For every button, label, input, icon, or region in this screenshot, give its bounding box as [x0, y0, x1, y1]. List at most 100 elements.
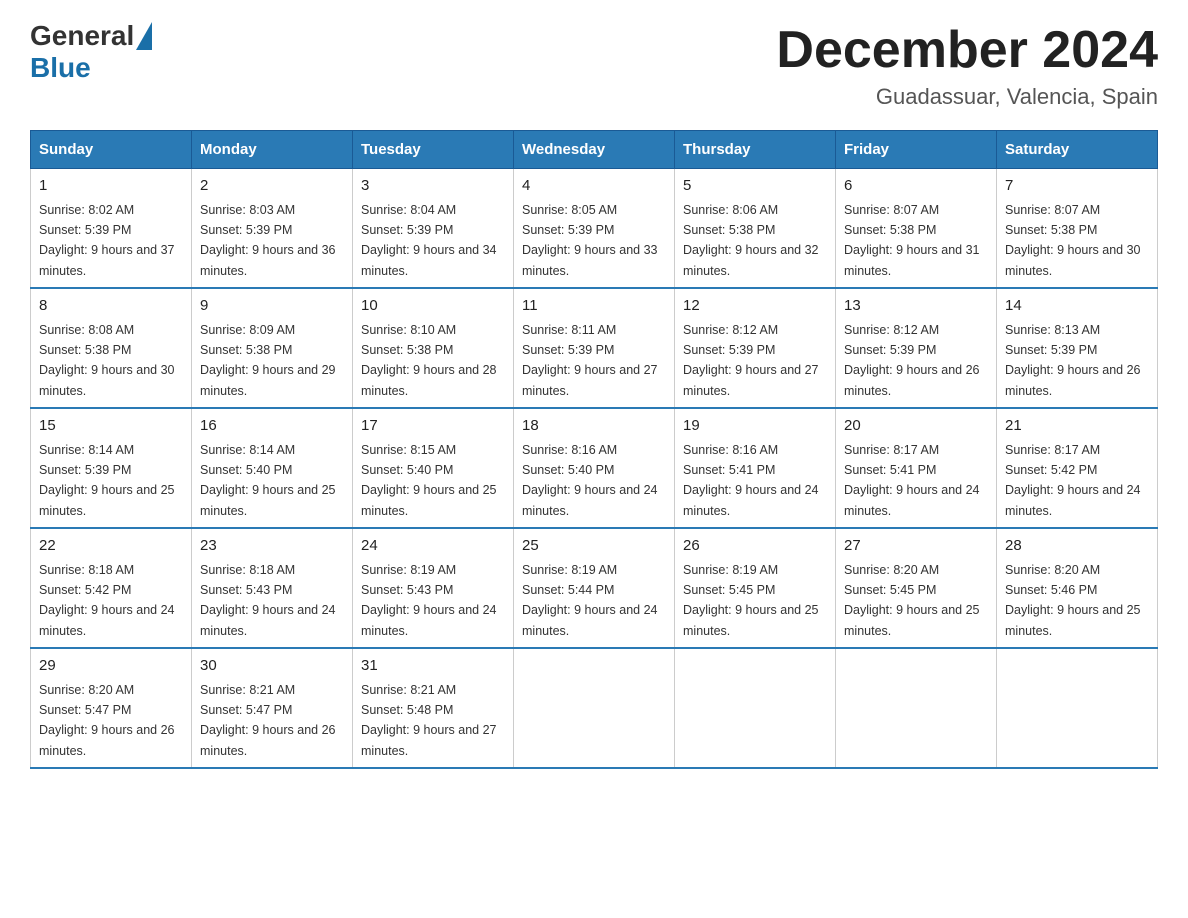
calendar-day-15: 15 Sunrise: 8:14 AMSunset: 5:39 PMDayligh…	[31, 408, 192, 528]
day-info: Sunrise: 8:04 AMSunset: 5:39 PMDaylight:…	[361, 203, 497, 278]
day-number: 29	[39, 655, 183, 678]
day-number: 17	[361, 415, 505, 438]
logo: General Blue	[30, 20, 152, 84]
calendar-week-1: 1Sunrise: 8:02 AMSunset: 5:39 PMDaylight…	[31, 169, 1158, 289]
day-number: 7	[1005, 175, 1149, 198]
day-info: Sunrise: 8:20 AMSunset: 5:47 PMDaylight:…	[39, 683, 175, 758]
day-info: Sunrise: 8:16 AMSunset: 5:40 PMDaylight:…	[522, 443, 658, 518]
calendar-day-16: 16 Sunrise: 8:14 AMSunset: 5:40 PMDayligh…	[192, 408, 353, 528]
day-info: Sunrise: 8:12 AMSunset: 5:39 PMDaylight:…	[683, 323, 819, 398]
empty-cell	[997, 648, 1158, 768]
day-info: Sunrise: 8:18 AMSunset: 5:42 PMDaylight:…	[39, 563, 175, 638]
day-number: 27	[844, 535, 988, 558]
calendar-day-10: 10 Sunrise: 8:10 AMSunset: 5:38 PMDayligh…	[353, 288, 514, 408]
calendar-day-4: 4 Sunrise: 8:05 AMSunset: 5:39 PMDaylight…	[514, 169, 675, 289]
day-info: Sunrise: 8:18 AMSunset: 5:43 PMDaylight:…	[200, 563, 336, 638]
day-number: 11	[522, 295, 666, 318]
day-info: Sunrise: 8:08 AMSunset: 5:38 PMDaylight:…	[39, 323, 175, 398]
day-number: 3	[361, 175, 505, 198]
calendar-day-21: 21 Sunrise: 8:17 AMSunset: 5:42 PMDayligh…	[997, 408, 1158, 528]
calendar-day-13: 13 Sunrise: 8:12 AMSunset: 5:39 PMDayligh…	[836, 288, 997, 408]
day-number: 6	[844, 175, 988, 198]
calendar-day-9: 9 Sunrise: 8:09 AMSunset: 5:38 PMDaylight…	[192, 288, 353, 408]
day-info: Sunrise: 8:19 AMSunset: 5:43 PMDaylight:…	[361, 563, 497, 638]
day-number: 19	[683, 415, 827, 438]
calendar-day-2: 2 Sunrise: 8:03 AMSunset: 5:39 PMDaylight…	[192, 169, 353, 289]
day-number: 22	[39, 535, 183, 558]
day-info: Sunrise: 8:05 AMSunset: 5:39 PMDaylight:…	[522, 203, 658, 278]
title-section: December 2024 Guadassuar, Valencia, Spai…	[776, 20, 1158, 110]
day-info: Sunrise: 8:09 AMSunset: 5:38 PMDaylight:…	[200, 323, 336, 398]
day-info: Sunrise: 8:19 AMSunset: 5:45 PMDaylight:…	[683, 563, 819, 638]
calendar-day-14: 14 Sunrise: 8:13 AMSunset: 5:39 PMDayligh…	[997, 288, 1158, 408]
calendar-day-25: 25Sunrise: 8:19 AMSunset: 5:44 PMDayligh…	[514, 528, 675, 648]
day-number: 16	[200, 415, 344, 438]
day-number: 21	[1005, 415, 1149, 438]
empty-cell	[514, 648, 675, 768]
header-cell-monday: Monday	[192, 131, 353, 169]
day-number: 12	[683, 295, 827, 318]
day-info: Sunrise: 8:16 AMSunset: 5:41 PMDaylight:…	[683, 443, 819, 518]
day-number: 14	[1005, 295, 1149, 318]
calendar-day-19: 19 Sunrise: 8:16 AMSunset: 5:41 PMDayligh…	[675, 408, 836, 528]
calendar-day-8: 8 Sunrise: 8:08 AMSunset: 5:38 PMDaylight…	[31, 288, 192, 408]
calendar-day-26: 26 Sunrise: 8:19 AMSunset: 5:45 PMDayligh…	[675, 528, 836, 648]
day-info: Sunrise: 8:06 AMSunset: 5:38 PMDaylight:…	[683, 203, 819, 278]
calendar-location: Guadassuar, Valencia, Spain	[776, 84, 1158, 110]
day-number: 20	[844, 415, 988, 438]
header-cell-thursday: Thursday	[675, 131, 836, 169]
calendar-day-22: 22 Sunrise: 8:18 AMSunset: 5:42 PMDayligh…	[31, 528, 192, 648]
day-info: Sunrise: 8:21 AMSunset: 5:47 PMDaylight:…	[200, 683, 336, 758]
calendar-table: SundayMondayTuesdayWednesdayThursdayFrid…	[30, 130, 1158, 769]
calendar-day-11: 11 Sunrise: 8:11 AMSunset: 5:39 PMDayligh…	[514, 288, 675, 408]
day-number: 2	[200, 175, 344, 198]
calendar-day-3: 3 Sunrise: 8:04 AMSunset: 5:39 PMDaylight…	[353, 169, 514, 289]
calendar-day-7: 7Sunrise: 8:07 AMSunset: 5:38 PMDaylight…	[997, 169, 1158, 289]
day-number: 4	[522, 175, 666, 198]
day-number: 31	[361, 655, 505, 678]
logo-triangle-icon	[136, 22, 152, 50]
header-cell-sunday: Sunday	[31, 131, 192, 169]
day-info: Sunrise: 8:03 AMSunset: 5:39 PMDaylight:…	[200, 203, 336, 278]
calendar-week-4: 22 Sunrise: 8:18 AMSunset: 5:42 PMDayligh…	[31, 528, 1158, 648]
calendar-day-1: 1Sunrise: 8:02 AMSunset: 5:39 PMDaylight…	[31, 169, 192, 289]
header-cell-tuesday: Tuesday	[353, 131, 514, 169]
calendar-day-17: 17Sunrise: 8:15 AMSunset: 5:40 PMDayligh…	[353, 408, 514, 528]
empty-cell	[675, 648, 836, 768]
day-number: 10	[361, 295, 505, 318]
calendar-day-27: 27 Sunrise: 8:20 AMSunset: 5:45 PMDayligh…	[836, 528, 997, 648]
day-number: 5	[683, 175, 827, 198]
day-info: Sunrise: 8:14 AMSunset: 5:40 PMDaylight:…	[200, 443, 336, 518]
day-number: 23	[200, 535, 344, 558]
day-number: 13	[844, 295, 988, 318]
day-info: Sunrise: 8:13 AMSunset: 5:39 PMDaylight:…	[1005, 323, 1141, 398]
calendar-day-6: 6Sunrise: 8:07 AMSunset: 5:38 PMDaylight…	[836, 169, 997, 289]
day-info: Sunrise: 8:12 AMSunset: 5:39 PMDaylight:…	[844, 323, 980, 398]
day-info: Sunrise: 8:17 AMSunset: 5:42 PMDaylight:…	[1005, 443, 1141, 518]
day-number: 26	[683, 535, 827, 558]
day-info: Sunrise: 8:21 AMSunset: 5:48 PMDaylight:…	[361, 683, 497, 758]
logo-text-general: General	[30, 20, 134, 52]
calendar-day-24: 24 Sunrise: 8:19 AMSunset: 5:43 PMDayligh…	[353, 528, 514, 648]
day-info: Sunrise: 8:17 AMSunset: 5:41 PMDaylight:…	[844, 443, 980, 518]
calendar-day-20: 20 Sunrise: 8:17 AMSunset: 5:41 PMDayligh…	[836, 408, 997, 528]
day-number: 8	[39, 295, 183, 318]
day-number: 9	[200, 295, 344, 318]
day-info: Sunrise: 8:20 AMSunset: 5:45 PMDaylight:…	[844, 563, 980, 638]
page-header: General Blue December 2024 Guadassuar, V…	[30, 20, 1158, 110]
calendar-day-12: 12 Sunrise: 8:12 AMSunset: 5:39 PMDayligh…	[675, 288, 836, 408]
empty-cell	[836, 648, 997, 768]
calendar-day-18: 18Sunrise: 8:16 AMSunset: 5:40 PMDayligh…	[514, 408, 675, 528]
header-cell-wednesday: Wednesday	[514, 131, 675, 169]
day-info: Sunrise: 8:02 AMSunset: 5:39 PMDaylight:…	[39, 203, 175, 278]
calendar-week-3: 15 Sunrise: 8:14 AMSunset: 5:39 PMDayligh…	[31, 408, 1158, 528]
day-number: 15	[39, 415, 183, 438]
day-number: 24	[361, 535, 505, 558]
calendar-day-5: 5 Sunrise: 8:06 AMSunset: 5:38 PMDaylight…	[675, 169, 836, 289]
day-info: Sunrise: 8:10 AMSunset: 5:38 PMDaylight:…	[361, 323, 497, 398]
day-info: Sunrise: 8:14 AMSunset: 5:39 PMDaylight:…	[39, 443, 175, 518]
header-cell-friday: Friday	[836, 131, 997, 169]
calendar-day-31: 31 Sunrise: 8:21 AMSunset: 5:48 PMDayligh…	[353, 648, 514, 768]
day-info: Sunrise: 8:11 AMSunset: 5:39 PMDaylight:…	[522, 323, 658, 398]
day-number: 25	[522, 535, 666, 558]
